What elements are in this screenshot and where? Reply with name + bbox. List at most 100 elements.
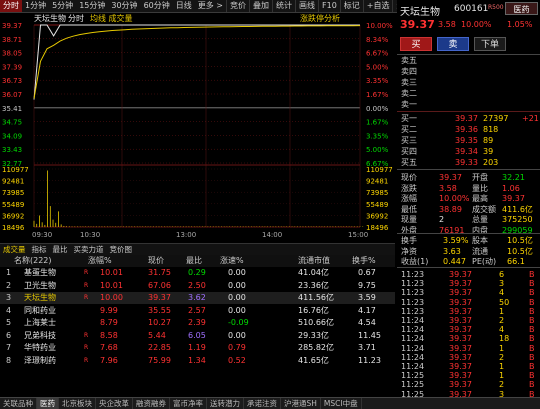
sector-tab[interactable]: 融资融券	[133, 398, 170, 409]
turnover-cell: 11.23	[358, 355, 381, 365]
sector-tab[interactable]: 送转潜力	[207, 398, 244, 409]
price-axis-label: 34.09	[2, 132, 22, 140]
sector-tab[interactable]: 央企改革	[96, 398, 133, 409]
ratio-cell: 2.39	[188, 318, 206, 327]
timeframe-tab[interactable]: 30分钟	[108, 0, 140, 12]
bid-row[interactable]: 买二 39.36 818	[397, 124, 540, 135]
tick-price: 39.37	[449, 334, 472, 344]
pct-cell: 7.96	[100, 355, 118, 365]
table-row[interactable]: 2 卫光生物 R 10.01 67.06 2.50 0.00 23.36亿 9.75	[0, 280, 395, 292]
column-header[interactable]: 最比	[186, 255, 202, 267]
tick-row[interactable]: 11:25 39.37 2 B	[397, 380, 540, 389]
sell-button[interactable]: 卖	[437, 37, 469, 51]
timeframe-tab[interactable]: 60分钟	[141, 0, 173, 12]
ask-row[interactable]: 卖五	[397, 55, 540, 66]
row-index: 7	[6, 343, 12, 352]
tick-row[interactable]: 11:24 39.37 2 B	[397, 353, 540, 362]
pct-axis-label: 1.67%	[366, 119, 389, 127]
tick-row[interactable]: 11:23 39.37 1 B	[397, 307, 540, 316]
column-header[interactable]: 现价	[148, 255, 164, 267]
sub-tab[interactable]: 竞价图	[107, 244, 136, 256]
tick-time: 11:23	[401, 270, 425, 279]
bid-row[interactable]: 买四 39.34 39	[397, 146, 540, 157]
tick-row[interactable]: 11:24 39.37 18 B	[397, 334, 540, 343]
sector-tab[interactable]: MSCI中盘	[321, 398, 362, 409]
sector-tab[interactable]: 承诺注资	[244, 398, 281, 409]
column-header[interactable]: 换手%	[352, 255, 376, 267]
table-row[interactable]: 4 同和药业 9.99 35.55 2.57 0.00 16.76亿 4.17	[0, 305, 395, 317]
intraday-chart[interactable]: 39.37 10.00% 38.71 8.34% 38.05 6.67% 37.39 5.00…	[0, 13, 395, 243]
quote-row: 涨跌 3.58 量比 1.06	[397, 183, 540, 194]
timeframe-tab[interactable]: 日线	[173, 0, 195, 12]
sector-pct: 1.05%	[507, 20, 533, 29]
market-cap-cell: 16.76亿	[298, 305, 329, 315]
sub-tab[interactable]: 成交量	[0, 244, 29, 256]
bid-row[interactable]: 买五 39.33 203	[397, 157, 540, 168]
sector-tab[interactable]: 关联品种	[0, 398, 37, 409]
column-header[interactable]: 名称(222)	[14, 255, 52, 267]
table-row[interactable]: 7 华特药业 R 7.68 22.85 1.19 0.79 285.82亿 3.71	[0, 342, 395, 354]
timeframe-tab[interactable]: 15分钟	[76, 0, 108, 12]
column-header[interactable]: 涨幅%	[88, 255, 112, 267]
sub-tab[interactable]: 买卖力道	[71, 244, 107, 256]
sector-tab[interactable]: 医药	[37, 398, 59, 409]
limit-monitor-link[interactable]: 涨跌停分析	[300, 13, 340, 23]
bid-row[interactable]: 买三 39.35 89	[397, 135, 540, 146]
speed-cell: 0.00	[228, 280, 246, 290]
table-row[interactable]: 1 基蛋生物 R 10.01 31.75 0.29 0.00 41.04亿 0.67	[0, 267, 395, 279]
timeframe-tab[interactable]: 5分钟	[49, 0, 76, 12]
tick-row[interactable]: 11:25 39.37 1 B	[397, 371, 540, 380]
timeframe-tab[interactable]: 分时	[0, 0, 22, 12]
table-row[interactable]: 8 泽璟制药 R 7.96 75.99 1.34 0.52 41.65亿 11.23	[0, 355, 395, 367]
tick-volume: 18	[499, 334, 510, 344]
tool-button[interactable]: 竞价	[226, 0, 249, 12]
order-button[interactable]: 下单	[474, 37, 506, 51]
tool-button[interactable]: 标记	[339, 0, 363, 12]
ratio-cell: 6.05	[188, 330, 206, 340]
speed-cell: 0.00	[228, 305, 246, 315]
quote-value: 32.21	[502, 173, 525, 182]
turnover-cell: 9.75	[358, 280, 376, 290]
ask-row[interactable]: 卖三	[397, 77, 540, 88]
tool-button[interactable]: 画线	[295, 0, 318, 12]
tool-button[interactable]: F10	[318, 0, 340, 12]
table-row[interactable]: 6 兄弟科技 R 8.58 5.44 6.05 0.00 29.33亿 11.45	[0, 330, 395, 342]
ask-row[interactable]: 卖四	[397, 66, 540, 77]
column-header[interactable]: 流通市值	[298, 255, 330, 267]
stock-name-cell: 卫光生物	[24, 280, 56, 290]
pct-axis-label: 0.00%	[366, 105, 389, 113]
table-row[interactable]: 5 上海莱士 8.79 10.27 2.39 -0.09 510.66亿 4.54	[0, 317, 395, 329]
fundamental-value: 10.5亿	[507, 236, 533, 245]
tick-row[interactable]: 11:24 39.37 1 B	[397, 344, 540, 353]
ask-row[interactable]: 卖二	[397, 88, 540, 99]
quote-value: 38.89	[439, 204, 462, 214]
stock-change-pct: 10.00%	[461, 20, 492, 29]
sector-button[interactable]: 医药	[505, 2, 538, 15]
table-row[interactable]: 3 天坛生物 R 10.00 39.37 3.62 0.00 411.56亿 3.59	[0, 292, 395, 304]
tick-row[interactable]: 11:23 39.37 6 B	[397, 270, 540, 279]
tick-row[interactable]: 11:23 39.37 3 B	[397, 279, 540, 288]
speed-cell: 0.00	[228, 330, 246, 340]
price-axis-label: 38.71	[2, 36, 22, 44]
volume-axis-label-right: 18496	[366, 224, 389, 232]
bid-row[interactable]: 买一 39.37 27397 +21	[397, 113, 540, 124]
tick-row[interactable]: 11:24 39.37 4 B	[397, 325, 540, 334]
tick-row[interactable]: 11:23 39.37 50 B	[397, 298, 540, 307]
sector-tab[interactable]: 富币净率	[170, 398, 207, 409]
tick-row[interactable]: 11:24 39.37 1 B	[397, 362, 540, 371]
sub-tab[interactable]: 最比	[50, 244, 71, 256]
tool-button[interactable]: 叠加	[249, 0, 272, 12]
tick-row[interactable]: 11:23 39.37 4 B	[397, 288, 540, 297]
sector-tab[interactable]: 北京板块	[59, 398, 96, 409]
timeframe-tab[interactable]: 1分钟	[22, 0, 49, 12]
ask-row[interactable]: 卖一	[397, 99, 540, 110]
tool-button[interactable]: 统计	[272, 0, 295, 12]
column-header[interactable]: 涨速%	[220, 255, 244, 267]
tool-button[interactable]: +自选	[362, 0, 393, 12]
sector-tab[interactable]: 沪港通SH	[281, 398, 321, 409]
sub-tab[interactable]: 指标	[29, 244, 50, 256]
tick-row[interactable]: 11:24 39.37 2 B	[397, 316, 540, 325]
buy-button[interactable]: 买	[400, 37, 432, 51]
row-index: 3	[6, 293, 12, 302]
timeframe-tab[interactable]: 更多 >	[195, 0, 226, 12]
